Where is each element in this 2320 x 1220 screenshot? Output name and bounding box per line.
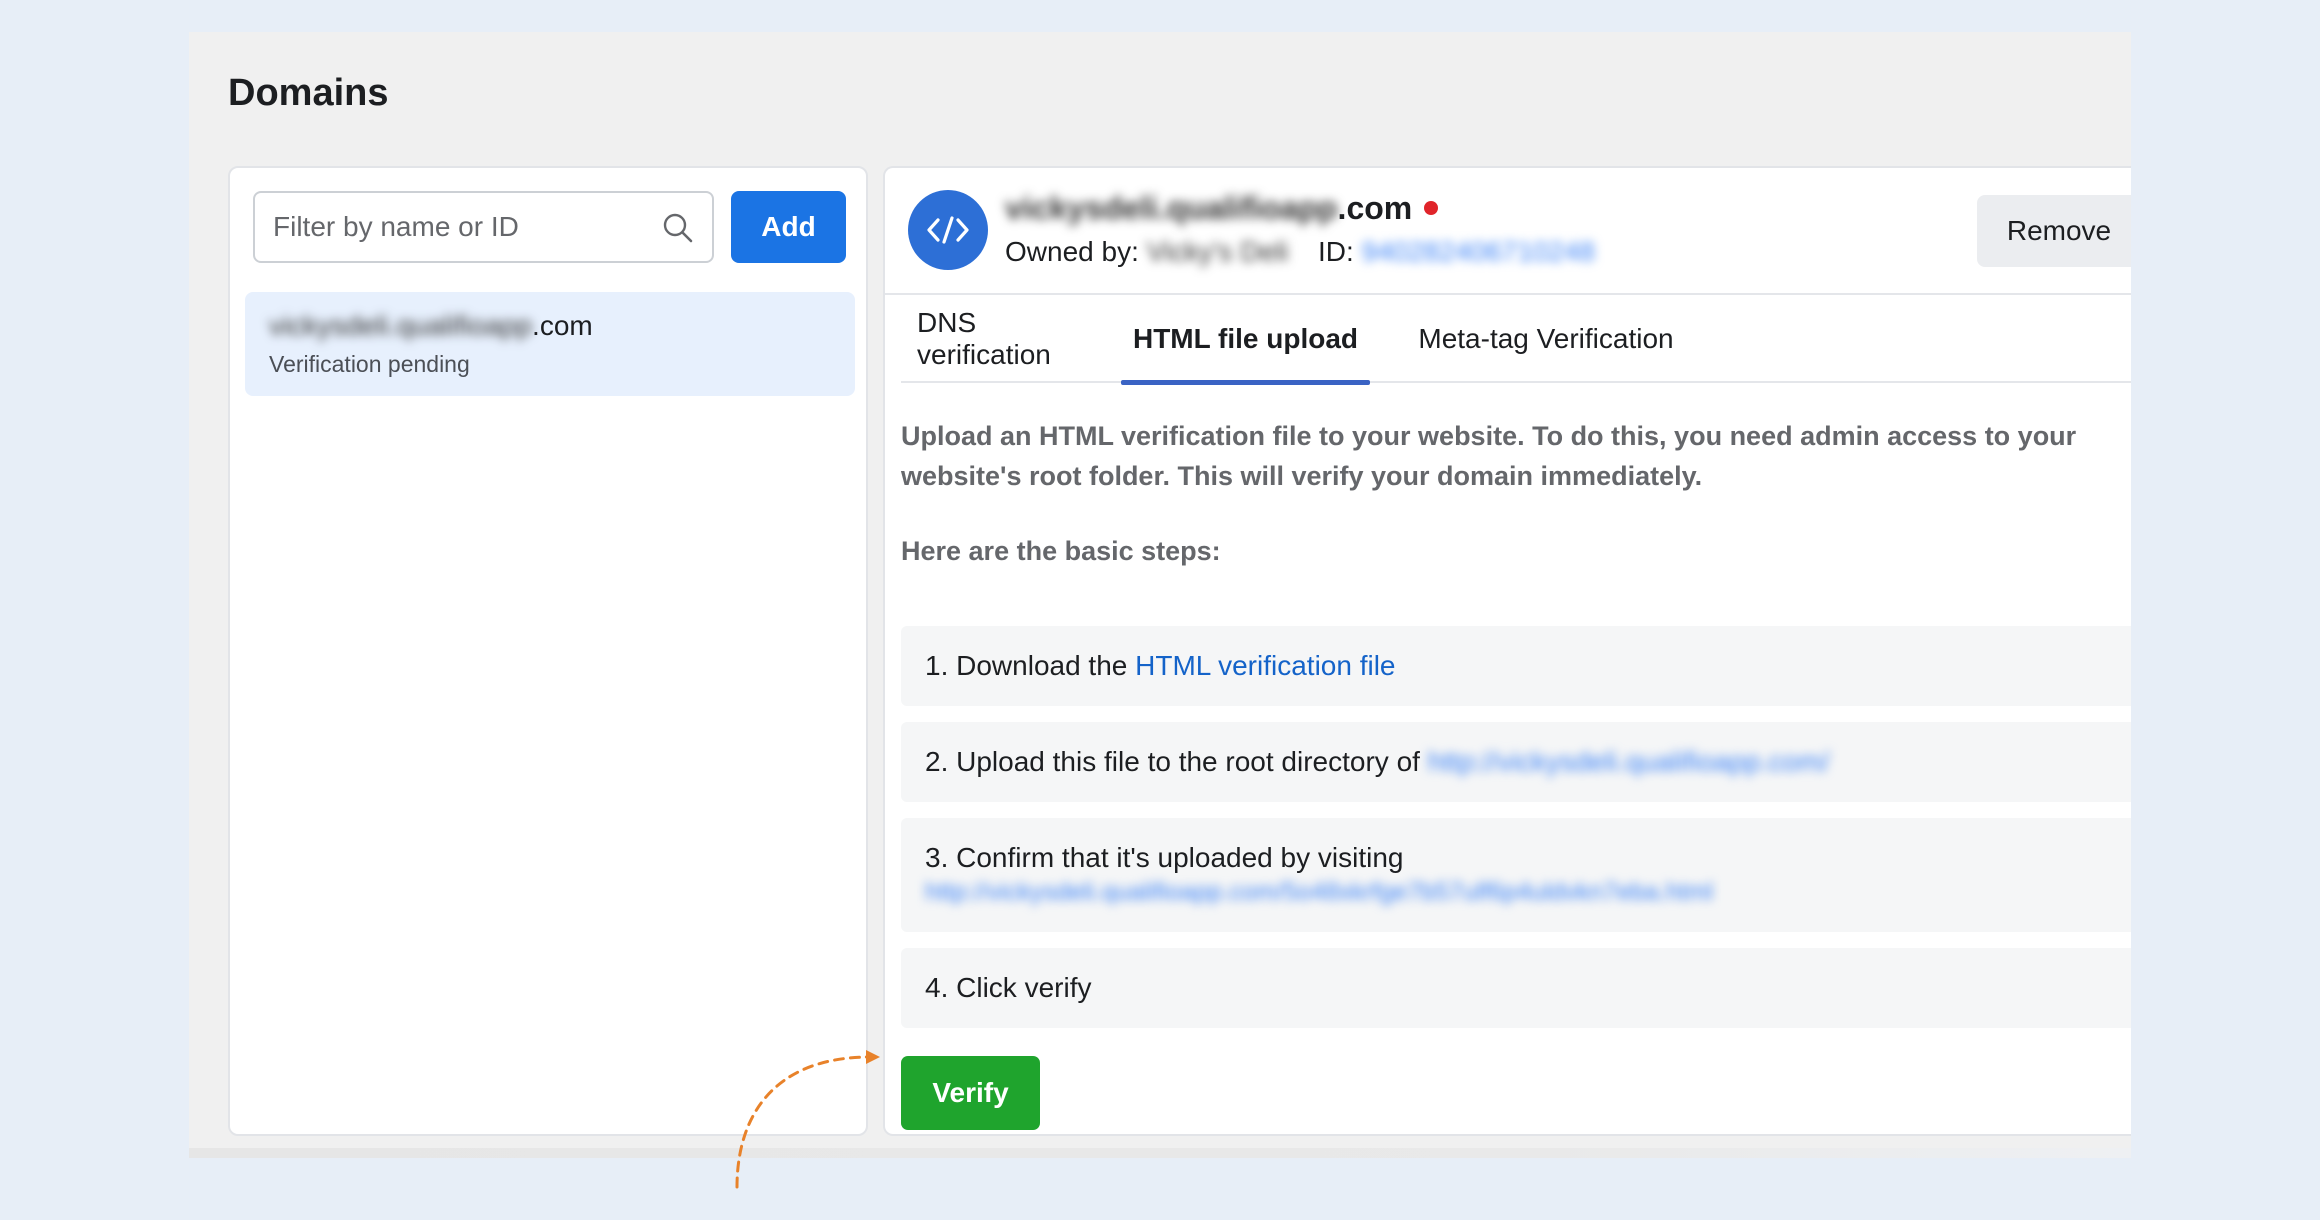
- domain-title-blurred: vickysdeli.qualifioapp: [1005, 190, 1338, 226]
- steps-heading: Here are the basic steps:: [901, 536, 1221, 566]
- step-3: 3. Confirm that it's uploaded by visitin…: [901, 818, 2131, 932]
- add-domain-button[interactable]: Add: [731, 191, 846, 263]
- filter-search-box[interactable]: [253, 191, 714, 263]
- intro-line-1: Upload an HTML verification file to your…: [901, 421, 2077, 451]
- status-dot-icon: [1424, 200, 1439, 215]
- owner-line: Owned by: Vicky's Deli ID: 9402824067102…: [1005, 236, 1595, 268]
- owner-id-link[interactable]: 940282406710248: [1362, 236, 1596, 267]
- id-label: ID:: [1317, 236, 1354, 267]
- owner-name: Vicky's Deli: [1146, 236, 1289, 267]
- verify-button[interactable]: Verify: [901, 1056, 1040, 1130]
- step-4: 4. Click verify: [901, 948, 2131, 1028]
- step-2: 2. Upload this file to the root director…: [901, 722, 2131, 802]
- page-title: Domains: [228, 72, 389, 114]
- domain-list-panel: Add vickysdeli.qualifioapp.com Verificat…: [228, 166, 868, 1136]
- html-verification-file-link[interactable]: HTML verification file: [1135, 650, 1395, 681]
- domain-header: vickysdeli.qualifioapp.com Owned by: Vic…: [885, 168, 2131, 295]
- step-2-text: 2. Upload this file to the root director…: [925, 746, 1428, 777]
- domain-detail-panel: vickysdeli.qualifioapp.com Owned by: Vic…: [883, 166, 2131, 1136]
- intro-text: Upload an HTML verification file to your…: [901, 416, 2101, 496]
- step-1-text: 1. Download the: [925, 650, 1136, 681]
- step-3-text: 3. Confirm that it's uploaded by visitin…: [925, 842, 1404, 873]
- domain-item-name-suffix: .com: [532, 310, 593, 341]
- owned-by-label: Owned by:: [1005, 236, 1139, 267]
- filter-input[interactable]: [273, 193, 653, 261]
- uploaded-file-link[interactable]: http://vickysdeli.qualifioapp.com/5o48xk…: [925, 878, 1713, 907]
- search-icon[interactable]: [662, 212, 694, 244]
- domains-settings-window: Domains Add vickysdeli.qualifioapp.com V…: [189, 32, 2131, 1158]
- tab-html-file-upload[interactable]: HTML file upload: [1121, 295, 1370, 385]
- tab-dns-verification[interactable]: DNS verification: [917, 295, 1087, 383]
- domain-title: vickysdeli.qualifioapp.com: [1005, 190, 1439, 227]
- verification-tabs: DNS verification HTML file upload Meta-t…: [901, 295, 2131, 385]
- root-directory-link[interactable]: http://vickysdeli.qualifioapp.com/: [1428, 746, 1830, 777]
- intro-line-2: website's root folder. This will verify …: [901, 461, 1703, 491]
- domain-item-name: vickysdeli.qualifioapp.com: [269, 310, 593, 342]
- tab-meta-tag-verification[interactable]: Meta-tag Verification: [1417, 295, 1675, 383]
- code-icon: [908, 190, 988, 270]
- domain-item-status: Verification pending: [269, 351, 470, 377]
- domain-list-item[interactable]: vickysdeli.qualifioapp.com Verification …: [245, 292, 855, 396]
- frame-bottom-edge: [189, 1148, 2131, 1158]
- domain-title-suffix: .com: [1337, 190, 1413, 226]
- step-1: 1. Download the HTML verification file: [901, 626, 2131, 706]
- step-4-text: 4. Click verify: [925, 972, 1092, 1003]
- domain-item-name-blurred: vickysdeli.qualifioapp: [269, 310, 533, 341]
- remove-domain-button[interactable]: Remove: [1977, 195, 2131, 267]
